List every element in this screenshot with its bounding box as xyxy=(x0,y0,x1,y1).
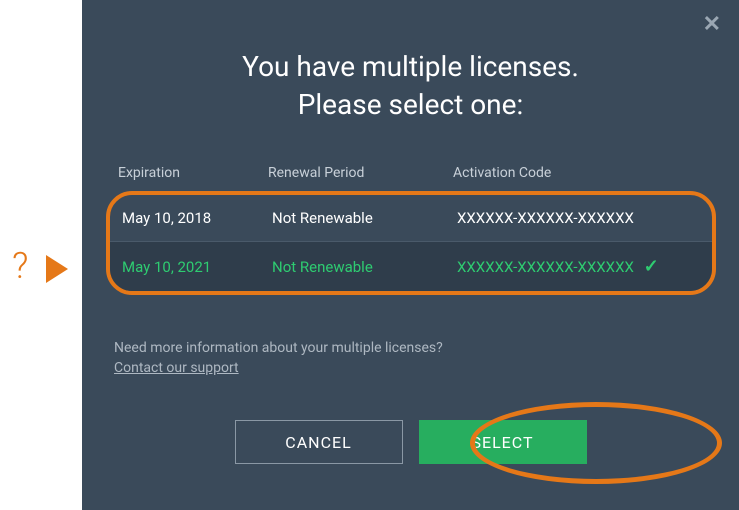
cell-expiration: May 10, 2018 xyxy=(122,209,272,227)
cell-activation: XXXXXX-XXXXXX-XXXXXX ✓ xyxy=(457,256,700,277)
license-row-selected[interactable]: May 10, 2021 Not Renewable XXXXXX-XXXXXX… xyxy=(110,241,712,291)
table-body-highlight: May 10, 2018 Not Renewable XXXXXX-XXXXXX… xyxy=(106,191,716,295)
button-bar: CANCEL SELECT xyxy=(82,420,739,464)
annotation-question-mark: ? xyxy=(12,245,28,287)
col-header-activation: Activation Code xyxy=(453,165,704,181)
col-header-renewal: Renewal Period xyxy=(268,165,453,181)
cancel-button[interactable]: CANCEL xyxy=(235,420,403,464)
check-icon: ✓ xyxy=(644,256,659,277)
license-table: Expiration Renewal Period Activation Cod… xyxy=(106,165,716,295)
contact-support-link[interactable]: Contact our support xyxy=(114,360,239,376)
annotation-arrow-icon xyxy=(46,255,68,283)
select-button[interactable]: SELECT xyxy=(419,420,587,464)
help-text: Need more information about your multipl… xyxy=(114,340,443,356)
table-header: Expiration Renewal Period Activation Cod… xyxy=(106,165,716,191)
cell-renewal: Not Renewable xyxy=(272,209,457,227)
cell-renewal: Not Renewable xyxy=(272,258,457,276)
help-footer: Need more information about your multipl… xyxy=(114,340,443,376)
col-header-expiration: Expiration xyxy=(118,165,268,181)
close-icon[interactable]: ✕ xyxy=(703,14,721,36)
cell-expiration: May 10, 2021 xyxy=(122,258,272,276)
license-row[interactable]: May 10, 2018 Not Renewable XXXXXX-XXXXXX… xyxy=(110,195,712,241)
dialog-title: You have multiple licenses. Please selec… xyxy=(82,48,739,124)
cell-activation: XXXXXX-XXXXXX-XXXXXX xyxy=(457,209,700,227)
license-dialog: ✕ You have multiple licenses. Please sel… xyxy=(82,0,739,510)
title-line-2: Please select one: xyxy=(298,88,524,121)
title-line-1: You have multiple licenses. xyxy=(242,50,579,83)
